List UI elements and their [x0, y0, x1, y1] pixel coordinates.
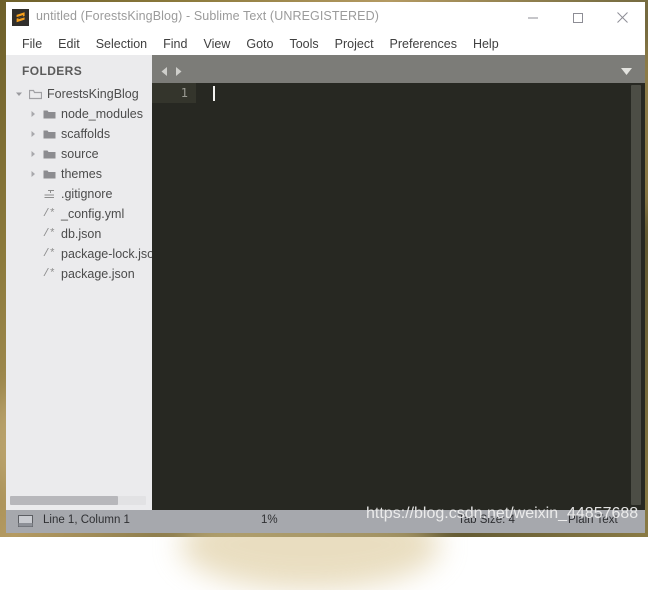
sidebar-item-node-modules[interactable]: node_modules [6, 104, 152, 124]
triangle-right-icon[interactable] [173, 64, 183, 82]
folder-icon [40, 169, 58, 180]
sidebar-item-label: node_modules [58, 107, 143, 121]
close-button[interactable] [600, 2, 645, 33]
chevron-down-icon[interactable] [12, 90, 26, 98]
sidebar-item-source[interactable]: source [6, 144, 152, 164]
sidebar-item-themes[interactable]: themes [6, 164, 152, 184]
triangle-down-icon[interactable] [620, 64, 633, 82]
title-bar[interactable]: untitled (ForestsKingBlog) - Sublime Tex… [6, 2, 645, 33]
monitor-icon [18, 515, 33, 533]
sidebar-item-label: db.json [58, 227, 101, 241]
sidebar-item-label: scaffolds [58, 127, 110, 141]
sidebar-item-label: _config.yml [58, 207, 124, 221]
sidebar-item-scaffolds[interactable]: scaffolds [6, 124, 152, 144]
folders-header: FOLDERS [6, 55, 152, 84]
menu-item-edit[interactable]: Edit [50, 33, 88, 55]
menu-item-file[interactable]: File [14, 33, 50, 55]
sidebar-item-label: .gitignore [58, 187, 112, 201]
text-lines-icon [40, 189, 58, 200]
menu-item-goto[interactable]: Goto [238, 33, 281, 55]
triangle-left-icon[interactable] [160, 64, 170, 82]
menu-item-view[interactable]: View [195, 33, 238, 55]
source-file-icon: /* [40, 248, 58, 260]
source-file-icon: /* [40, 208, 58, 220]
sublime-text-window: untitled (ForestsKingBlog) - Sublime Tex… [6, 2, 645, 533]
status-cursor-position: Line 1, Column 1 [43, 514, 130, 526]
menu-item-preferences[interactable]: Preferences [382, 33, 465, 55]
menu-item-selection[interactable]: Selection [88, 33, 155, 55]
status-bar: Line 1, Column 1 1% Tab Size: 4 Plain Te… [6, 510, 645, 533]
editor-pane: 1 [152, 55, 645, 510]
status-tab-size[interactable]: Tab Size: 4 [458, 514, 515, 526]
sidebar-item-label: package.json [58, 267, 135, 281]
minimize-button[interactable] [510, 2, 555, 33]
editor-vertical-scrollbar[interactable] [631, 85, 641, 505]
sidebar-item-db-json[interactable]: /* db.json [6, 224, 152, 244]
maximize-button[interactable] [555, 2, 600, 33]
sidebar-item-label: package-lock.json [58, 247, 152, 261]
folder-open-icon [26, 89, 44, 100]
folder-icon [40, 109, 58, 120]
menu-bar: File Edit Selection Find View Goto Tools… [6, 33, 645, 55]
status-zoom-level: 1% [261, 514, 278, 526]
editor-text-area[interactable]: 1 [152, 83, 645, 510]
tab-bar [152, 55, 645, 83]
close-icon [616, 11, 629, 24]
sublime-text-logo-icon [12, 9, 29, 26]
sidebar-item-label: ForestsKingBlog [44, 87, 139, 101]
maximize-icon [572, 12, 584, 24]
sidebar-item-gitignore[interactable]: .gitignore [6, 184, 152, 204]
folder-icon [40, 129, 58, 140]
menu-item-project[interactable]: Project [327, 33, 382, 55]
sidebar-item-label: themes [58, 167, 102, 181]
sidebar-item-forestskingblog[interactable]: ForestsKingBlog [6, 84, 152, 104]
menu-item-help[interactable]: Help [465, 33, 507, 55]
status-syntax-mode[interactable]: Plain Text [568, 514, 618, 526]
source-file-icon: /* [40, 268, 58, 280]
sidebar-horizontal-scrollbar[interactable] [10, 496, 146, 505]
source-file-icon: /* [40, 228, 58, 240]
window-title: untitled (ForestsKingBlog) - Sublime Tex… [36, 9, 379, 23]
chevron-right-icon[interactable] [26, 110, 40, 118]
chevron-right-icon[interactable] [26, 130, 40, 138]
menu-item-tools[interactable]: Tools [281, 33, 326, 55]
text-caret [213, 86, 215, 101]
sidebar-item-package-json[interactable]: /* package.json [6, 264, 152, 284]
folder-icon [40, 149, 58, 160]
sidebar-item-label: source [58, 147, 99, 161]
scrollbar-thumb[interactable] [10, 496, 118, 505]
minimize-icon [527, 12, 539, 24]
sidebar-item-config-yml[interactable]: /* _config.yml [6, 204, 152, 224]
chevron-right-icon[interactable] [26, 150, 40, 158]
tab-scroll-arrows [160, 64, 183, 82]
sidebar: FOLDERS ForestsKingBlog [6, 55, 152, 510]
sidebar-item-package-lock-json[interactable]: /* package-lock.json [6, 244, 152, 264]
chevron-right-icon[interactable] [26, 170, 40, 178]
line-number: 1 [152, 83, 188, 103]
window-body: FOLDERS ForestsKingBlog [6, 55, 645, 510]
menu-item-find[interactable]: Find [155, 33, 195, 55]
